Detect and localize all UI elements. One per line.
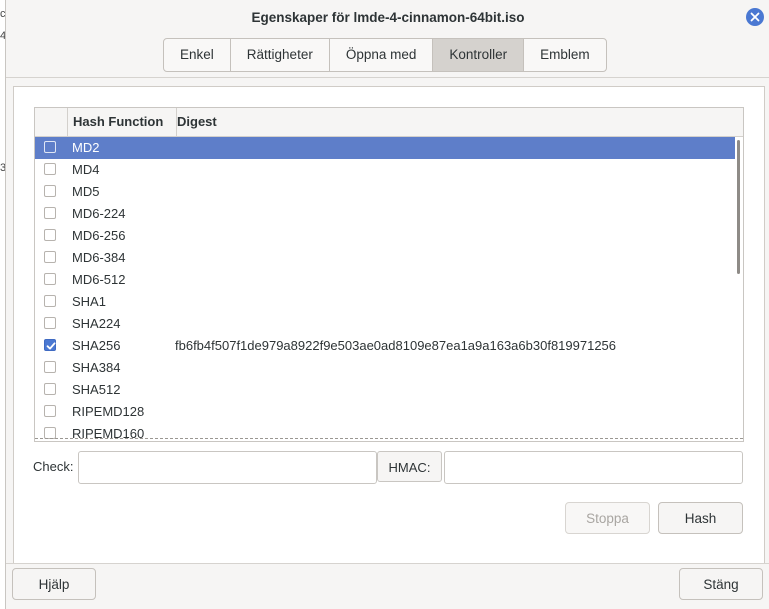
hash-checkbox[interactable] [44, 141, 56, 153]
hash-button[interactable]: Hash [658, 502, 743, 534]
table-row[interactable]: SHA512 [35, 379, 735, 401]
table-row[interactable]: SHA256 fb6fb4f507f1de979a8922f9e503ae0ad8… [35, 335, 735, 357]
hash-function-name: SHA256 [72, 338, 121, 353]
hash-function-name: MD6-256 [72, 228, 126, 243]
hash-function-name: MD6-512 [72, 272, 126, 287]
hash-checkbox[interactable] [44, 361, 56, 373]
checksum-panel: Hash Function Digest MD2 MD4 MD5 MD6-224 MD6… [13, 86, 765, 564]
close-icon [750, 12, 760, 22]
hash-function-name: SHA512 [72, 382, 121, 397]
hash-checkbox[interactable] [44, 295, 56, 307]
hash-function-name: SHA224 [72, 316, 121, 331]
window-title: Egenskaper för lmde-4-cinnamon-64bit.iso [251, 10, 525, 25]
divider [6, 77, 769, 78]
hash-function-name: SHA384 [72, 360, 121, 375]
hash-rows: MD2 MD4 MD5 MD6-224 MD6-256 MD6-384 MD6-512 SHA… [35, 137, 735, 441]
hash-checkbox[interactable] [44, 317, 56, 329]
hash-checkbox[interactable] [44, 207, 56, 219]
tab-emblem[interactable]: Emblem [524, 39, 606, 71]
table-row[interactable]: MD4 [35, 159, 735, 181]
hash-checkbox[interactable] [44, 339, 56, 351]
table-row[interactable]: RIPEMD128 [35, 401, 735, 423]
hmac-button[interactable]: HMAC: [377, 451, 442, 482]
hash-function-name: MD2 [72, 140, 100, 155]
hash-checkbox[interactable] [44, 273, 56, 285]
help-button[interactable]: Hjälp [12, 568, 96, 600]
table-row[interactable]: RIPEMD160 [35, 423, 735, 441]
table-row[interactable]: MD6-224 [35, 203, 735, 225]
hash-checkbox[interactable] [44, 163, 56, 175]
hash-function-name: MD4 [72, 162, 100, 177]
table-row[interactable]: MD2 [35, 137, 735, 159]
hash-digest: fb6fb4f507f1de979a8922f9e503ae0ad8109e87… [175, 338, 617, 353]
hash-function-name: MD6-384 [72, 250, 126, 265]
hash-checkbox[interactable] [44, 229, 56, 241]
hash-function-name: SHA1 [72, 294, 106, 309]
check-label: Check: [33, 459, 74, 474]
checkmark-icon [46, 342, 56, 350]
table-row[interactable]: SHA224 [35, 313, 735, 335]
table-row[interactable]: MD6-384 [35, 247, 735, 269]
table-header: Hash Function Digest [35, 108, 743, 137]
vertical-scrollbar[interactable] [737, 140, 740, 274]
hash-function-name: RIPEMD128 [72, 404, 145, 419]
table-row[interactable]: MD5 [35, 181, 735, 203]
stop-button[interactable]: Stoppa [565, 502, 650, 534]
tab-oppna-med[interactable]: Öppna med [330, 39, 434, 71]
hash-function-name: MD6-224 [72, 206, 126, 221]
tab-bar: Enkel Rättigheter Öppna med Kontroller E… [163, 38, 607, 72]
tab-rattigheter[interactable]: Rättigheter [231, 39, 330, 71]
tab-enkel[interactable]: Enkel [164, 39, 231, 71]
hash-function-name: MD5 [72, 184, 100, 199]
table-row[interactable]: SHA384 [35, 357, 735, 379]
header-hash-function[interactable]: Hash Function [67, 108, 177, 136]
close-button[interactable] [746, 8, 764, 26]
hmac-input[interactable] [444, 451, 743, 484]
properties-dialog: Egenskaper för lmde-4-cinnamon-64bit.iso… [5, 0, 769, 609]
hash-checkbox[interactable] [44, 383, 56, 395]
close-dialog-button[interactable]: Stäng [679, 568, 763, 600]
hash-table: Hash Function Digest MD2 MD4 MD5 MD6-224 MD6… [34, 107, 744, 442]
hash-checkbox[interactable] [44, 185, 56, 197]
header-checkbox-column[interactable] [35, 108, 68, 136]
hash-checkbox[interactable] [44, 251, 56, 263]
table-row[interactable]: MD6-256 [35, 225, 735, 247]
scroll-edge-indicator [35, 438, 743, 439]
divider [6, 563, 769, 564]
hash-checkbox[interactable] [44, 405, 56, 417]
header-digest[interactable]: Digest [177, 108, 217, 136]
check-input[interactable] [78, 451, 377, 484]
tab-kontroller[interactable]: Kontroller [433, 39, 525, 71]
table-row[interactable]: SHA1 [35, 291, 735, 313]
table-row[interactable]: MD6-512 [35, 269, 735, 291]
